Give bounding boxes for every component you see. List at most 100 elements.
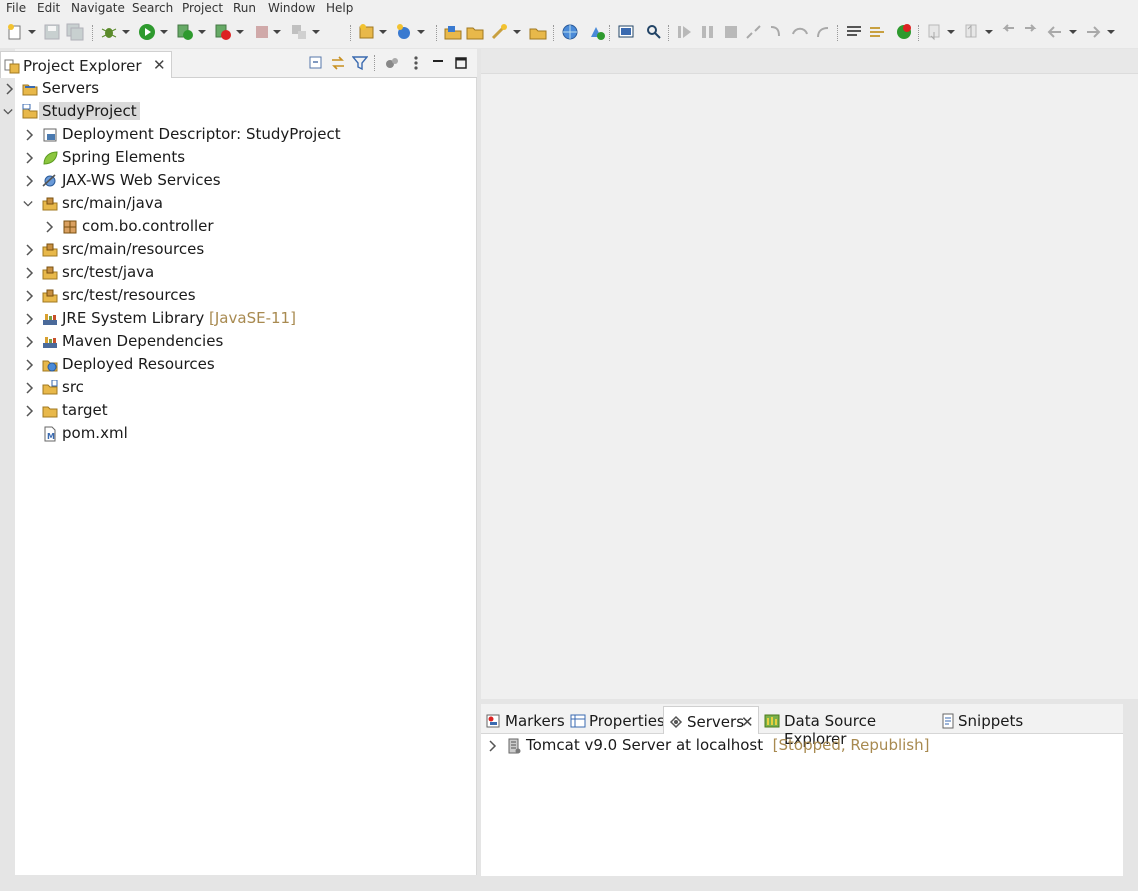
tree-item-src-test-java[interactable]: src/test/java <box>20 262 477 284</box>
chevron-right-icon[interactable] <box>25 290 35 302</box>
menu-project[interactable]: Project <box>182 1 223 15</box>
tree-item-target[interactable]: target <box>20 400 477 422</box>
save-all-icon[interactable] <box>66 23 84 41</box>
run-icon[interactable] <box>138 23 156 41</box>
web-browser-icon[interactable] <box>561 23 579 41</box>
forward-icon[interactable] <box>1084 23 1102 41</box>
open-type-icon[interactable] <box>444 23 462 41</box>
previous-annotation-icon[interactable] <box>963 23 981 41</box>
back-icon[interactable] <box>1046 23 1064 41</box>
menu-run[interactable]: Run <box>233 1 256 15</box>
close-icon[interactable]: ✕ <box>741 713 754 731</box>
maximize-icon[interactable] <box>453 55 469 71</box>
chevron-right-icon[interactable] <box>25 175 35 187</box>
link-with-editor-icon[interactable] <box>330 55 346 71</box>
chevron-right-icon[interactable] <box>25 267 35 279</box>
new-icon[interactable] <box>6 23 24 41</box>
terminate-dropdown-icon[interactable] <box>273 30 281 34</box>
tree-item-servers[interactable]: Servers <box>0 78 477 100</box>
tree-item-studyproject[interactable]: StudyProject <box>0 101 477 123</box>
forward-edit-icon[interactable] <box>1022 23 1040 41</box>
chevron-right-icon[interactable] <box>488 740 498 752</box>
tab-properties[interactable]: Properties <box>566 706 665 734</box>
menu-search[interactable]: Search <box>132 1 173 15</box>
tree-item-deployment-descriptor[interactable]: Deployment Descriptor: StudyProject <box>20 124 477 146</box>
resume-icon[interactable] <box>676 23 694 41</box>
tree-item-src-main-java[interactable]: src/main/java <box>20 193 477 215</box>
tree-item-src-test-resources[interactable]: src/test/resources <box>20 285 477 307</box>
search-icon[interactable] <box>645 23 663 41</box>
last-edit-location-icon[interactable] <box>1000 23 1018 41</box>
chevron-down-icon[interactable] <box>3 106 13 118</box>
tree-item-maven-dependencies[interactable]: Maven Dependencies <box>20 331 477 353</box>
chevron-right-icon[interactable] <box>25 129 35 141</box>
stop-icon[interactable] <box>722 23 740 41</box>
stop-server-icon[interactable] <box>214 23 232 41</box>
next-annotation-icon[interactable] <box>926 23 944 41</box>
tree-item-com-bo-controller[interactable]: com.bo.controller <box>40 216 477 238</box>
menu-window[interactable]: Window <box>268 1 315 15</box>
new-class-icon[interactable] <box>395 23 413 41</box>
external-tools-icon[interactable] <box>290 23 308 41</box>
chevron-right-icon[interactable] <box>25 313 35 325</box>
tab-servers[interactable]: Servers ✕ <box>663 706 759 734</box>
previous-annotation-dropdown-icon[interactable] <box>985 30 993 34</box>
focus-on-task-icon[interactable] <box>384 55 400 71</box>
debug-dropdown-icon[interactable] <box>122 30 130 34</box>
open-folder-icon[interactable] <box>466 23 484 41</box>
tree-item-pom-xml[interactable]: M pom.xml <box>20 423 477 445</box>
menu-file[interactable]: File <box>6 1 26 15</box>
console-icon[interactable] <box>617 23 635 41</box>
save-icon[interactable] <box>43 23 61 41</box>
tree-item-src[interactable]: src <box>20 377 477 399</box>
menu-help[interactable]: Help <box>326 1 353 15</box>
tree-item-jax-ws[interactable]: JAX-WS Web Services <box>20 170 477 192</box>
terminate-icon[interactable] <box>253 23 271 41</box>
next-annotation-dropdown-icon[interactable] <box>947 30 955 34</box>
minimize-icon[interactable] <box>430 55 446 71</box>
chevron-right-icon[interactable] <box>25 382 35 394</box>
menu-edit[interactable]: Edit <box>37 1 60 15</box>
chevron-right-icon[interactable] <box>25 359 35 371</box>
chevron-right-icon[interactable] <box>25 152 35 164</box>
spring-wizard-icon[interactable] <box>490 23 508 41</box>
new-java-project-icon[interactable] <box>358 23 376 41</box>
tree-item-spring-elements[interactable]: Spring Elements <box>20 147 477 169</box>
collapse-all-icon[interactable] <box>308 55 324 71</box>
step-return-icon[interactable] <box>814 23 832 41</box>
spring-wizard-dropdown-icon[interactable] <box>513 30 521 34</box>
view-menu-icon[interactable] <box>408 55 424 71</box>
run-last-tool-icon[interactable] <box>588 23 606 41</box>
toggle-breadcrumb-icon[interactable] <box>868 23 886 41</box>
stop-server-dropdown-icon[interactable] <box>236 30 244 34</box>
suspend-icon[interactable] <box>699 23 717 41</box>
menu-navigate[interactable]: Navigate <box>71 1 125 15</box>
external-tools-dropdown-icon[interactable] <box>312 30 320 34</box>
chevron-down-icon[interactable] <box>23 198 33 210</box>
new-java-project-dropdown-icon[interactable] <box>379 30 387 34</box>
tab-snippets[interactable]: Snippets <box>936 706 1026 734</box>
run-server-icon[interactable] <box>176 23 194 41</box>
filter-icon[interactable] <box>352 55 368 71</box>
close-icon[interactable]: ✕ <box>153 56 166 74</box>
toggle-mark-occurrences-icon[interactable] <box>845 23 863 41</box>
server-row-tomcat[interactable]: Tomcat v9.0 Server at localhost [Stopped… <box>481 735 1123 757</box>
tab-project-explorer[interactable]: Project Explorer ✕ <box>0 51 172 78</box>
errors-icon[interactable] <box>895 23 913 41</box>
step-over-icon[interactable] <box>791 23 809 41</box>
forward-dropdown-icon[interactable] <box>1107 30 1115 34</box>
chevron-right-icon[interactable] <box>45 221 55 233</box>
chevron-right-icon[interactable] <box>5 83 15 95</box>
run-dropdown-icon[interactable] <box>160 30 168 34</box>
chevron-right-icon[interactable] <box>25 405 35 417</box>
open-resource-icon[interactable] <box>529 23 547 41</box>
chevron-right-icon[interactable] <box>25 336 35 348</box>
step-into-icon[interactable] <box>768 23 786 41</box>
tab-data-source-explorer[interactable]: Data Source Explorer <box>760 706 930 748</box>
back-dropdown-icon[interactable] <box>1069 30 1077 34</box>
tree-item-deployed-resources[interactable]: Deployed Resources <box>20 354 477 376</box>
tree-item-src-main-resources[interactable]: src/main/resources <box>20 239 477 261</box>
debug-icon[interactable] <box>100 23 118 41</box>
new-class-dropdown-icon[interactable] <box>417 30 425 34</box>
chevron-right-icon[interactable] <box>25 244 35 256</box>
